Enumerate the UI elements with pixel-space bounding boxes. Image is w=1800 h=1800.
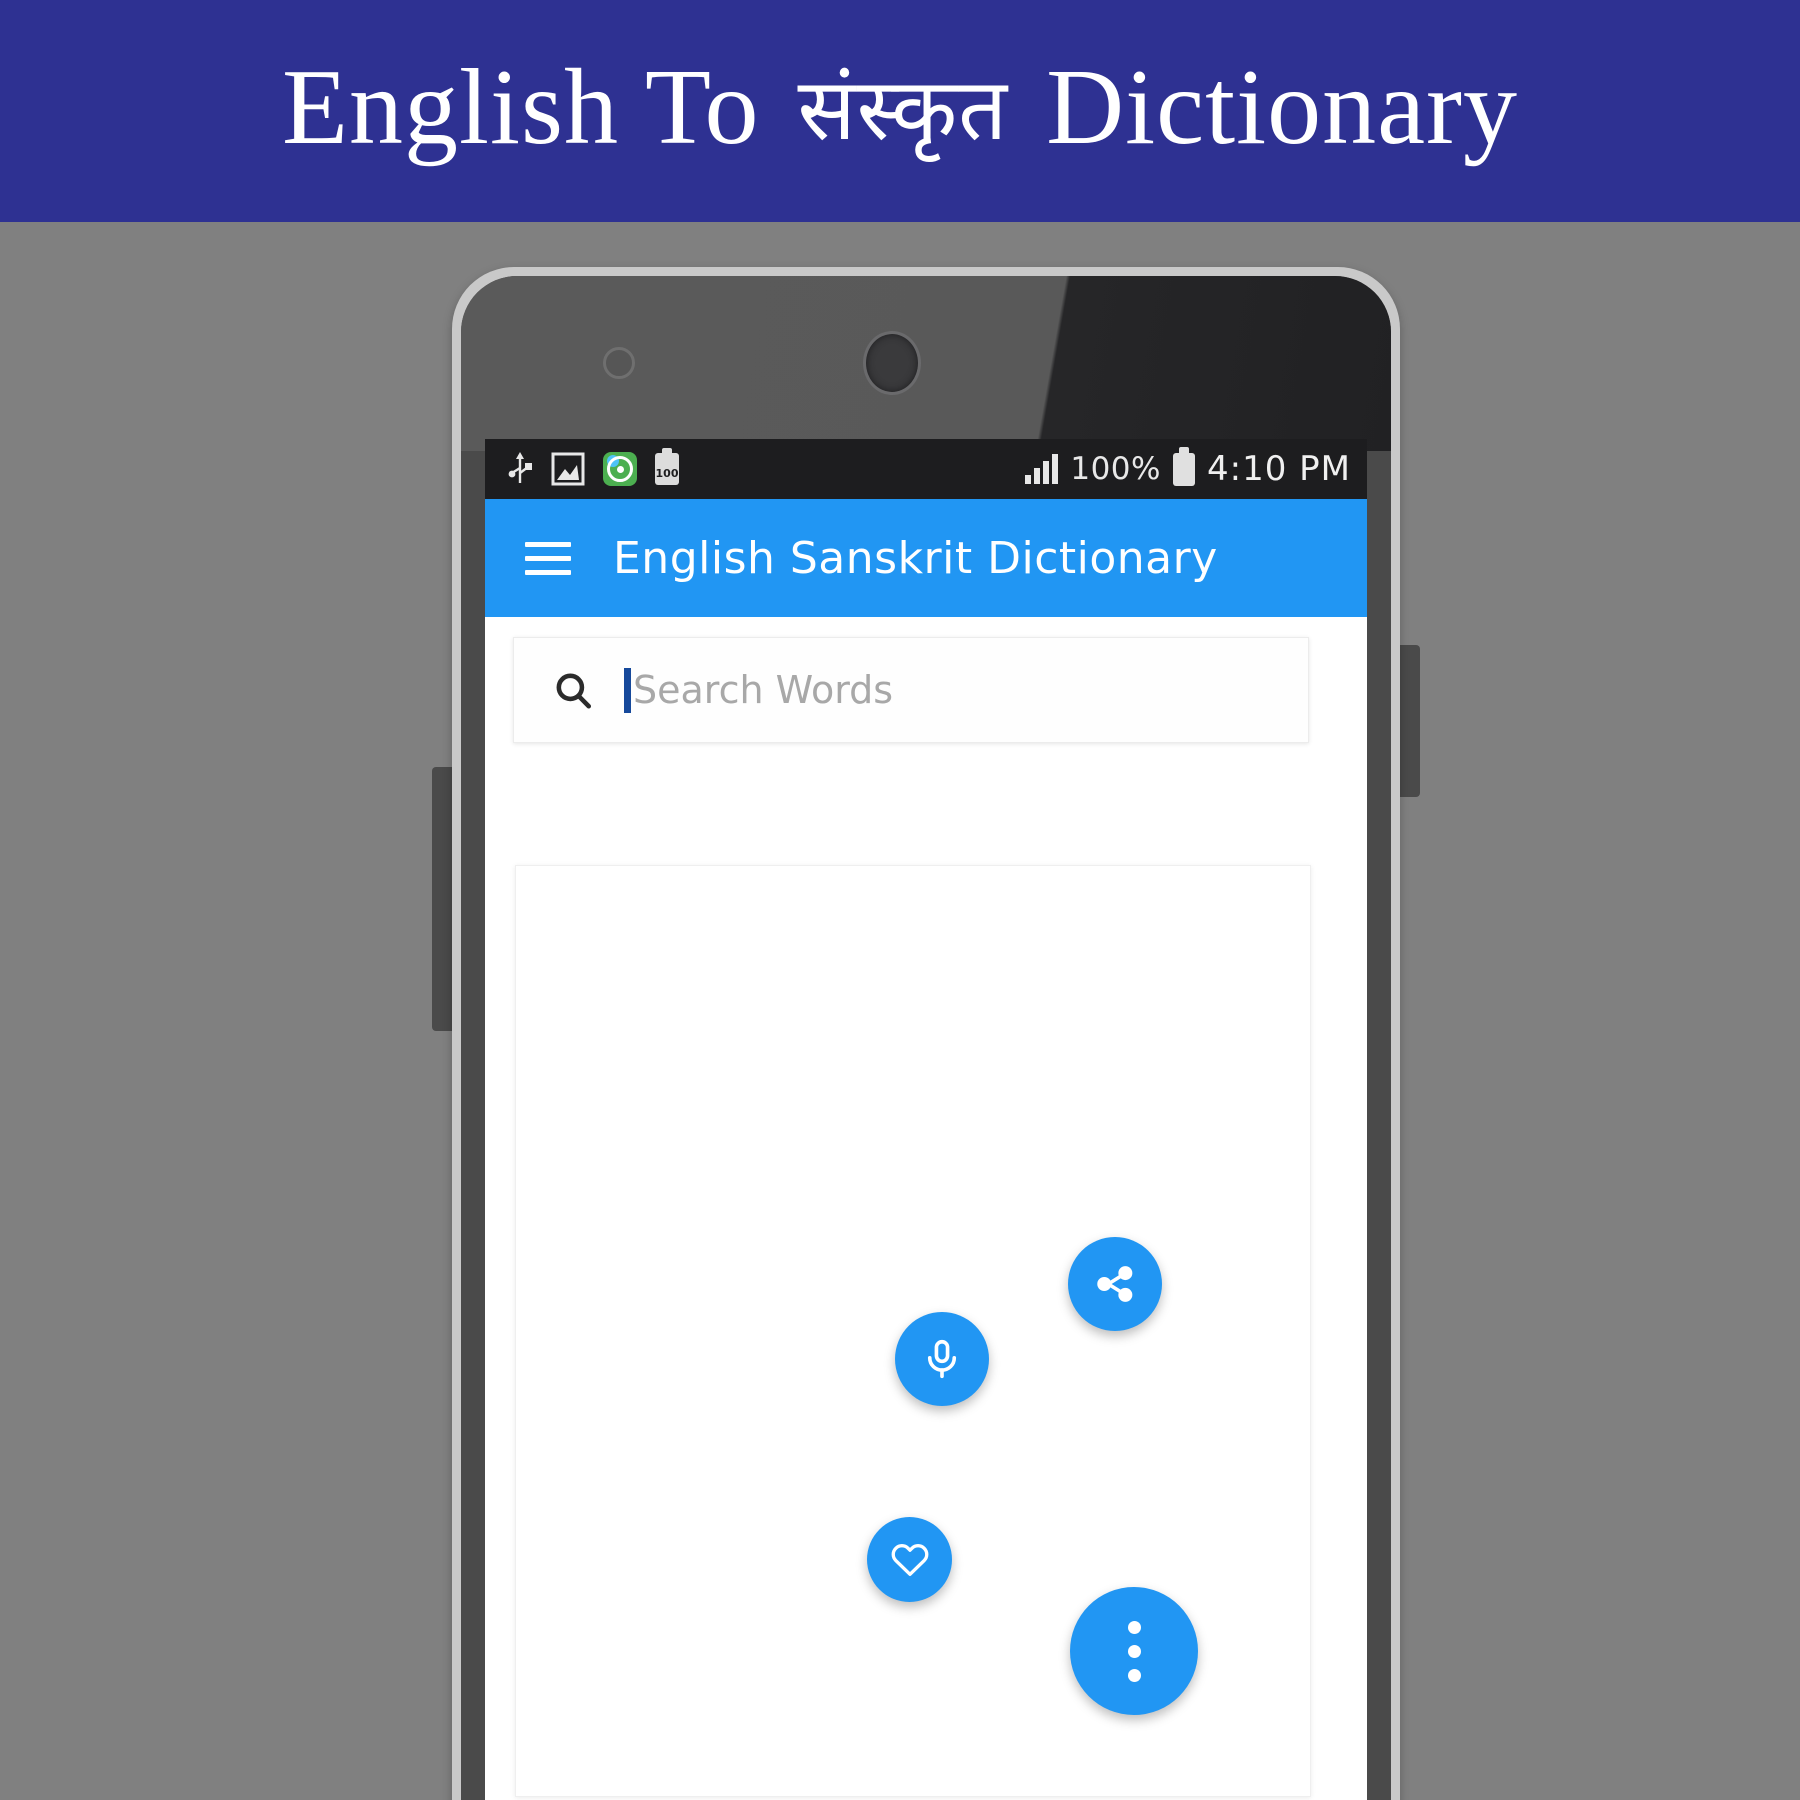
battery-saver-100-icon: 100 xyxy=(655,448,679,485)
search-input[interactable]: Search Words xyxy=(633,668,893,712)
banner-title-part2: Dictionary xyxy=(1018,48,1519,167)
banner-title-part1: English To xyxy=(281,48,788,167)
search-text-caret xyxy=(624,667,631,713)
app-bar: English Sanskrit Dictionary xyxy=(485,499,1367,617)
battery-badge-text: 100 xyxy=(655,467,679,480)
search-bar[interactable]: Search Words xyxy=(513,637,1309,743)
phone-top-bezel xyxy=(461,276,1391,451)
hamburger-menu-icon[interactable] xyxy=(525,541,571,575)
mic-fab[interactable] xyxy=(895,1312,989,1406)
proximity-sensor-icon xyxy=(603,347,635,379)
banner-title-devanagari: संस्कृत xyxy=(797,60,1009,160)
status-bar-clock: 4:10 PM xyxy=(1207,449,1351,489)
status-bar: 100 100% 4:10 PM xyxy=(485,439,1367,499)
phone-screen: 100 100% 4:10 PM English Sanskrit Dictio… xyxy=(485,439,1367,1800)
phone-device: 100 100% 4:10 PM English Sanskrit Dictio… xyxy=(432,267,1420,1800)
three-dots-vertical-icon xyxy=(1127,1620,1141,1682)
usb-icon xyxy=(508,452,532,483)
power-button[interactable] xyxy=(1398,645,1420,797)
app-bar-title: English Sanskrit Dictionary xyxy=(613,532,1218,584)
screenshot-stage: 100 100% 4:10 PM English Sanskrit Dictio… xyxy=(0,222,1800,1800)
battery-percent-text: 100% xyxy=(1070,451,1161,487)
search-icon xyxy=(556,673,592,709)
microphone-icon xyxy=(927,1339,957,1379)
status-bar-left-icons: 100 xyxy=(507,448,679,486)
status-bar-right-icons: 100% 4:10 PM xyxy=(1025,446,1351,489)
screenshot-image-icon xyxy=(551,452,585,486)
signal-bars-icon xyxy=(1025,454,1059,484)
share-fab[interactable] xyxy=(1068,1237,1162,1331)
banner-title: English To संस्कृत Dictionary xyxy=(282,54,1518,168)
favorite-fab[interactable] xyxy=(867,1517,952,1602)
more-options-fab[interactable] xyxy=(1070,1587,1198,1715)
green-app-icon xyxy=(603,452,637,486)
heart-icon xyxy=(891,1543,928,1576)
volume-rocker-button[interactable] xyxy=(432,767,454,1031)
app-content: Search Words xyxy=(485,617,1367,1800)
battery-full-icon xyxy=(1173,446,1195,486)
front-camera-icon xyxy=(863,331,921,395)
promo-banner: English To संस्कृत Dictionary xyxy=(0,0,1800,222)
share-icon xyxy=(1097,1266,1133,1302)
